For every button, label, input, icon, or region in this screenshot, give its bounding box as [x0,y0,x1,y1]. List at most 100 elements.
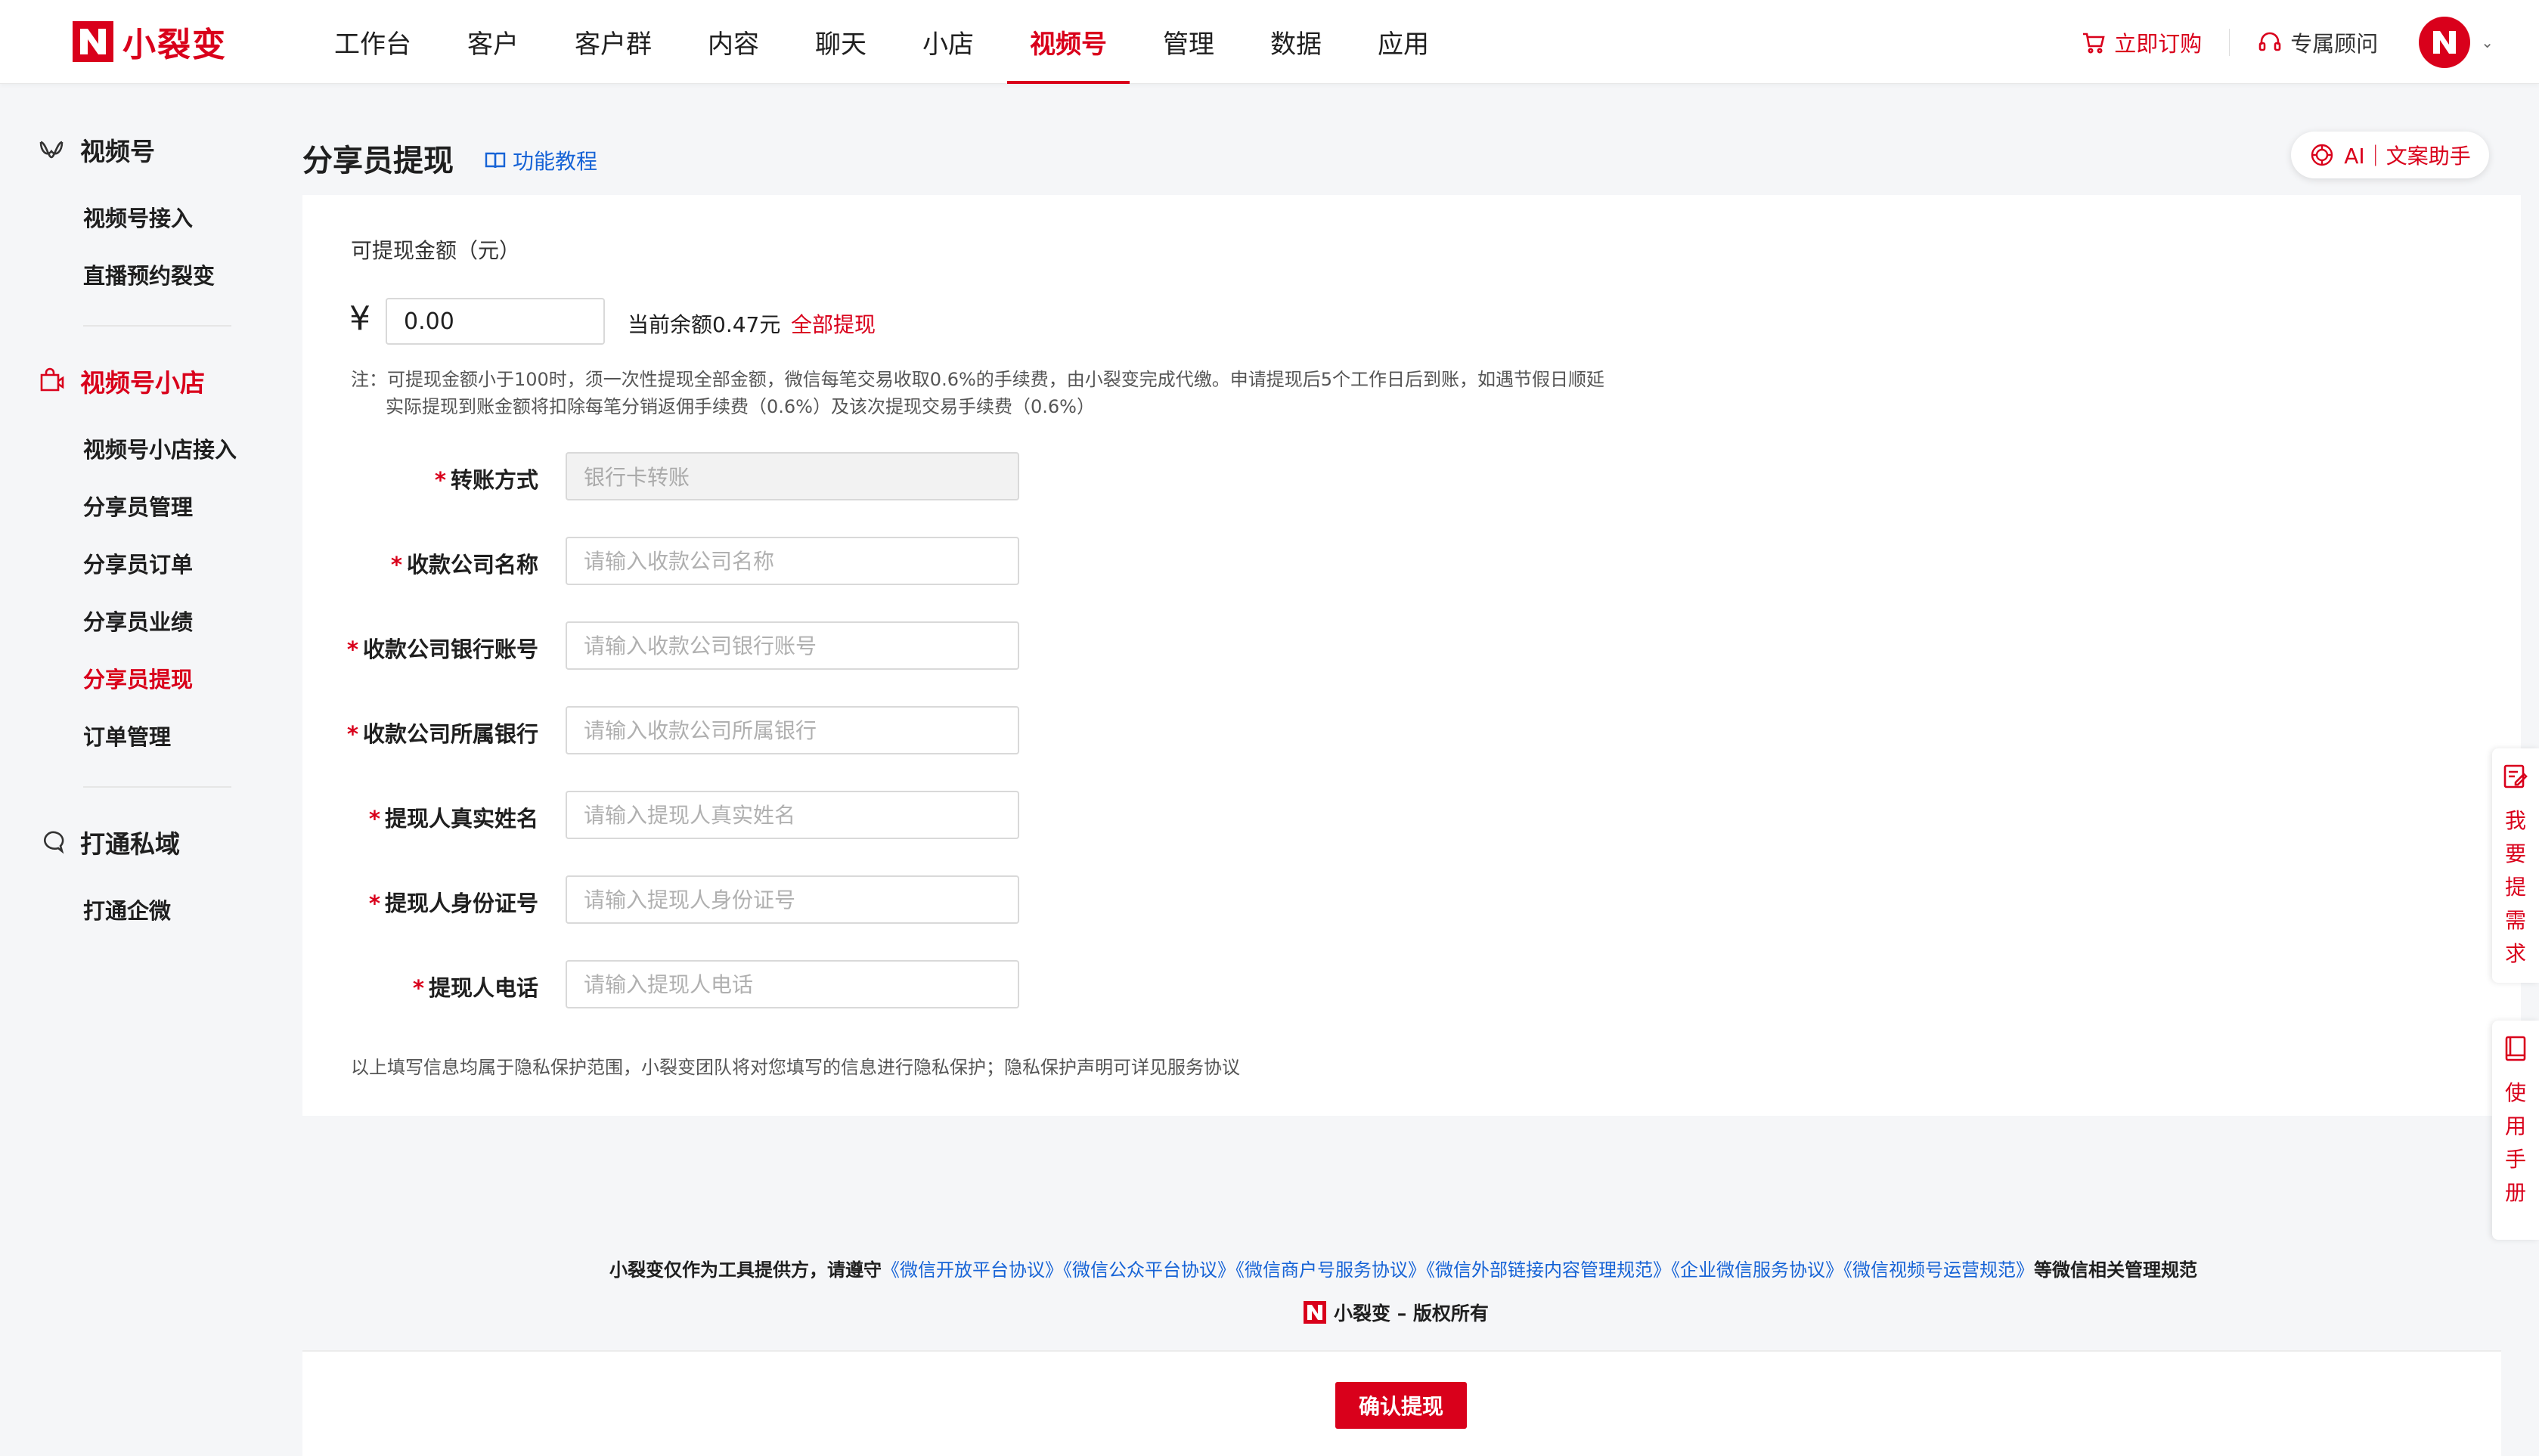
required-mark: * [390,552,402,578]
withdraw-amount-input[interactable] [386,298,605,345]
consultant-label: 专属顾问 [2290,30,2379,57]
sidebar-group-label: 打通私域 [80,829,180,859]
form-label-text: 收款公司所属银行 [362,721,538,747]
footer-link-open-platform[interactable]: 《微信开放平台协议》 [882,1259,1063,1281]
form-label-text: 提现人真实姓名 [384,806,538,832]
avatar-logo-icon [2433,30,2457,54]
privacy-note: 以上填写信息均属于隐私保护范围，小裂变团队将对您填写的信息进行隐私保护；隐私保护… [351,1057,1240,1078]
bank-name-input[interactable] [566,706,1019,754]
compliance-footer: 小裂变仅作为工具提供方，请遵守《微信开放平台协议》《微信公众平台协议》《微信商户… [0,1255,2539,1281]
required-mark: * [346,721,358,747]
ai-copywriter-button[interactable]: AI｜文案助手 [2291,132,2489,178]
form-row-bank-name: * 收款公司所属银行 [302,706,1059,754]
ai-assistant-icon [2311,144,2333,166]
required-mark: * [346,637,358,662]
sidebar-item-live-reservation[interactable]: 直播预约裂变 [83,259,215,290]
current-balance: 当前余额0.47元 [628,312,781,337]
page-title: 分享员提现 [302,144,454,178]
user-manual-label: 使用手册 [2504,1080,2526,1205]
video-channel-icon [39,141,64,159]
sidebar: 视频号 视频号接入 直播预约裂变 视频号小店 视频号小店接入 分享员管理 分享员… [0,85,287,1456]
sidebar-item-sharer-orders[interactable]: 分享员订单 [83,547,193,579]
sidebar-item-sharer-management[interactable]: 分享员管理 [83,490,193,522]
footer-link-merchant[interactable]: 《微信商户号服务协议》 [1235,1259,1426,1281]
phone-input[interactable] [566,960,1019,1008]
required-mark: * [434,467,446,493]
copyright: 小裂变 – 版权所有 [1304,1299,1489,1326]
footer-suffix: 等微信相关管理规范 [2034,1259,2197,1281]
header-divider [2229,28,2231,56]
brand-logo-icon [1304,1301,1326,1324]
fee-note-line2: 实际提现到账金额将扣除每笔分销返佣手续费（0.6%）及该次提现交易手续费（0.6… [386,396,1095,417]
user-manual-tab[interactable]: 使用手册 [2492,1021,2539,1240]
nav-chat[interactable]: 聊天 [792,0,889,84]
top-navigation-bar: 小裂变 工作台 客户 客户群 内容 聊天 小店 视频号 管理 数据 应用 立即订… [0,0,2539,84]
transfer-method-field [566,452,1019,500]
id-number-input[interactable] [566,875,1019,924]
main-nav: 工作台 客户 客户群 内容 聊天 小店 视频号 管理 数据 应用 [312,0,1462,84]
sidebar-group-label: 视频号小店 [80,368,205,398]
form-label-text: 提现人身份证号 [384,891,538,916]
real-name-input[interactable] [566,791,1019,839]
tutorial-link[interactable]: 功能教程 [484,145,597,175]
form-row-bank-account: * 收款公司银行账号 [302,621,1059,670]
company-name-input[interactable] [566,537,1019,585]
request-feature-tab[interactable]: 我要提需求 [2492,748,2539,983]
user-avatar[interactable] [2419,16,2471,68]
header-actions: 立即订购 专属顾问 ⌄ [2081,0,2494,84]
sidebar-group-video-channel[interactable]: 视频号 [38,132,155,168]
order-now-link[interactable]: 立即订购 [2081,26,2202,58]
nav-customer-groups[interactable]: 客户群 [552,0,674,84]
currency-symbol: ¥ [349,299,370,338]
footer-link-external-links[interactable]: 《微信外部链接内容管理规范》 [1426,1259,1671,1281]
required-mark: * [368,891,380,916]
required-mark: * [368,806,380,832]
chevron-down-icon[interactable]: ⌄ [2481,33,2494,51]
copyright-text: 小裂变 – 版权所有 [1334,1303,1489,1324]
order-now-label: 立即订购 [2114,30,2203,57]
brand-logo[interactable]: 小裂变 [73,20,227,64]
form-label: * 转账方式 [435,463,538,494]
sidebar-group-video-shop[interactable]: 视频号小店 [38,363,205,399]
nav-customers[interactable]: 客户 [445,0,541,84]
nav-management[interactable]: 管理 [1140,0,1237,84]
request-feature-label: 我要提需求 [2504,808,2526,966]
form-label-text: 转账方式 [450,467,538,493]
sidebar-item-shop-access[interactable]: 视频号小店接入 [83,432,237,464]
sidebar-item-sharer-performance[interactable]: 分享员业绩 [83,605,193,637]
sidebar-item-sharer-withdraw[interactable]: 分享员提现 [83,662,193,694]
form-label-text: 提现人电话 [428,975,538,1001]
form-label: * 收款公司名称 [391,547,538,579]
nav-workbench[interactable]: 工作台 [312,0,434,84]
manual-book-icon [2505,1036,2526,1061]
sidebar-divider [83,786,231,788]
footer-prefix: 小裂变仅作为工具提供方，请遵守 [609,1259,882,1281]
brand-name: 小裂变 [122,26,227,64]
nav-data[interactable]: 数据 [1248,0,1344,84]
nav-apps[interactable]: 应用 [1355,0,1452,84]
nav-shop[interactable]: 小店 [900,0,997,84]
form-label: * 提现人身份证号 [369,886,538,918]
sidebar-group-label: 视频号 [80,137,155,166]
nav-video-channel[interactable]: 视频号 [1007,0,1130,84]
footer-link-official-account[interactable]: 《微信公众平台协议》 [1063,1259,1235,1281]
shop-icon [40,367,64,392]
bank-account-input[interactable] [566,621,1019,670]
form-row-real-name: * 提现人真实姓名 [302,791,1059,839]
chat-icon [44,831,64,854]
footer-link-video-channel[interactable]: 《微信视频号运营规范》 [1843,1259,2034,1281]
consultant-link[interactable]: 专属顾问 [2257,26,2378,58]
confirm-withdraw-button[interactable]: 确认提现 [1335,1382,1467,1429]
form-row-transfer-method: * 转账方式 [302,452,1059,500]
sidebar-group-private-domain[interactable]: 打通私域 [38,824,180,860]
footer-link-wecom[interactable]: 《企业微信服务协议》 [1671,1259,1843,1281]
sidebar-item-wecom-connect[interactable]: 打通企微 [83,894,171,925]
withdraw-all-link[interactable]: 全部提现 [791,308,876,339]
cart-icon [2083,33,2105,53]
nav-content[interactable]: 内容 [685,0,782,84]
sidebar-item-order-management[interactable]: 订单管理 [83,720,171,751]
form-label-text: 收款公司名称 [406,552,538,578]
form-label: * 收款公司所属银行 [347,717,538,748]
sidebar-item-video-channel-access[interactable]: 视频号接入 [83,201,193,233]
ai-copywriter-label: AI｜文案助手 [2344,144,2471,169]
